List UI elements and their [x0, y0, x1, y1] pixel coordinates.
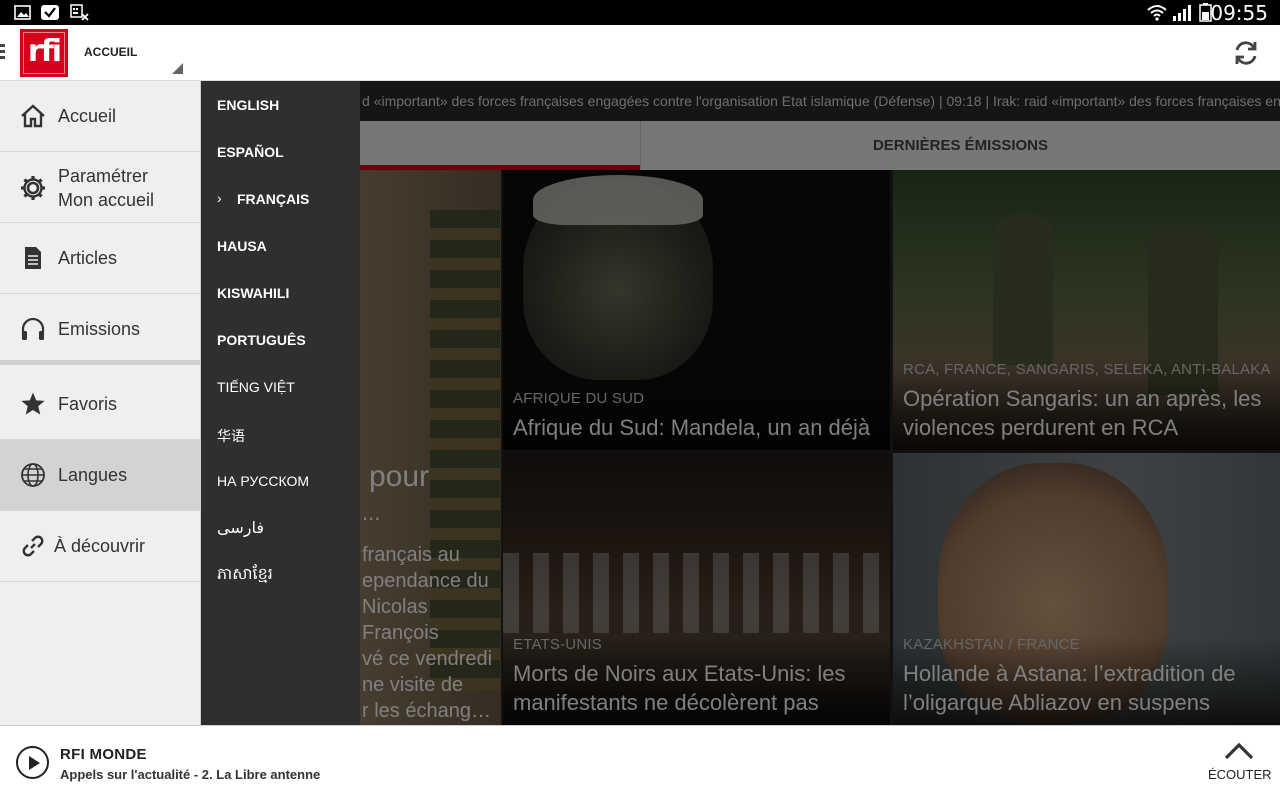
card-title: Hollande à Astana: l’extradition de l’ol… [903, 661, 1236, 715]
listen-button[interactable]: ÉCOUTER [1208, 736, 1272, 796]
chevron-up-icon [1224, 742, 1254, 760]
featured-summary: français au ependance du Nicolas Françoi… [362, 544, 493, 722]
app-screen: 09:55 rfi ACCUEIL d «important» des forc… [0, 0, 1280, 800]
article-image [503, 553, 890, 633]
refresh-icon[interactable] [1232, 39, 1260, 67]
card-caption: RCA, FRANCE, SANGARIS, SELEKA, ANTI-BALA… [893, 361, 1280, 450]
clock: 09:55 [1210, 1, 1268, 25]
app-bar: rfi ACCUEIL [0, 25, 1280, 81]
card-caption: ETATS-UNIS Morts de Noirs aux Etats-Unis… [503, 636, 890, 725]
image-icon [14, 5, 31, 20]
drawer-item-emissions[interactable]: Emissions [0, 294, 201, 365]
chevron-right-icon: › [217, 190, 222, 206]
card-title: Afrique du Sud: Mandela, un an déjà [513, 415, 871, 440]
drawer-item-label-line: Paramétrer [58, 166, 149, 186]
card-tag: AFRIQUE DU SUD [513, 390, 645, 407]
drawer-item-a-decouvrir[interactable]: À découvrir [0, 511, 201, 582]
station-name: RFI MONDE [60, 746, 147, 763]
language-item-hausa[interactable]: HAUSA [217, 238, 267, 254]
language-item-russian[interactable]: НА РУССКОМ [217, 473, 309, 489]
featured-title: pour [369, 460, 430, 493]
navigation-drawer: Accueil Paramétrer Mon accueil Articles … [0, 81, 201, 725]
card-caption: KAZAKHSTAN / FRANCE Hollande à Astana: l… [893, 636, 1280, 725]
home-icon [21, 104, 45, 128]
drawer-item-favoris[interactable]: Favoris [0, 370, 201, 440]
language-item-khmer[interactable]: ភាសាខ្មែរ [217, 563, 273, 587]
language-item-english[interactable]: ENGLISH [217, 97, 279, 113]
drawer-item-label: Articles [58, 248, 118, 268]
play-icon[interactable] [16, 746, 49, 779]
headphones-icon [21, 317, 45, 340]
drawer-item-label: Langues [58, 465, 128, 485]
drawer-item-label: Paramétrer Mon accueil [58, 164, 154, 212]
language-item-chinese[interactable]: 华语 [217, 426, 245, 446]
document-icon [25, 247, 41, 269]
section-title[interactable]: ACCUEIL [84, 45, 137, 59]
language-item-portugues[interactable]: PORTUGUÊS [217, 332, 306, 348]
article-card[interactable]: ETATS-UNIS Morts de Noirs aux Etats-Unis… [503, 453, 890, 725]
card-tag: ETATS-UNIS [513, 636, 602, 653]
globe-icon [21, 463, 45, 487]
featured-ellipsis: ... [362, 500, 381, 525]
language-item-persian[interactable]: فارسی [217, 518, 264, 538]
audio-player: RFI MONDE Appels sur l'actualité - 2. La… [0, 725, 1280, 800]
card-title: Opération Sangaris: un an après, les vio… [903, 386, 1262, 440]
language-item-label: FRANÇAIS [237, 191, 310, 207]
tab-latest-emissions[interactable]: DERNIÈRES ÉMISSIONS [641, 121, 1280, 170]
keyboard-off-icon [70, 4, 89, 21]
card-tag: KAZAKHSTAN / FRANCE [903, 636, 1080, 653]
listen-label: ÉCOUTER [1208, 767, 1272, 782]
drawer-item-label: Accueil [58, 106, 117, 126]
status-bar: 09:55 [0, 0, 1280, 25]
section-dropdown-icon[interactable] [172, 63, 183, 74]
article-card[interactable]: AFRIQUE DU SUD Afrique du Sud: Mandela, … [503, 170, 890, 450]
language-item-vietnamese[interactable]: TIẾNG VIỆT [217, 379, 295, 395]
drawer-item-articles[interactable]: Articles [0, 223, 201, 294]
wifi-icon [1147, 5, 1167, 21]
card-title: Morts de Noirs aux Etats-Unis: les manif… [513, 661, 846, 715]
language-item-kiswahili[interactable]: KISWAHILI [217, 285, 289, 301]
drawer-item-parametrer[interactable]: Paramétrer Mon accueil [0, 152, 201, 223]
article-card[interactable]: RCA, FRANCE, SANGARIS, SELEKA, ANTI-BALA… [893, 170, 1280, 450]
drawer-item-label: Emissions [58, 319, 141, 339]
language-item-espanol[interactable]: ESPAÑOL [217, 144, 284, 160]
drawer-item-label: Favoris [58, 394, 118, 414]
drawer-item-label: À découvrir [54, 536, 146, 556]
signal-icon [1173, 5, 1191, 21]
star-icon [21, 392, 45, 415]
language-item-francais[interactable]: › FRANÇAIS [217, 190, 310, 207]
drawer-item-langues[interactable]: Langues [0, 440, 201, 511]
link-icon [22, 535, 44, 557]
menu-icon[interactable] [0, 44, 5, 62]
drawer-item-label-line: Mon accueil [58, 190, 155, 210]
card-caption: AFRIQUE DU SUD Afrique du Sud: Mandela, … [503, 390, 890, 450]
program-title: Appels sur l'actualité - 2. La Libre ant… [60, 767, 321, 782]
gear-icon [21, 176, 45, 200]
languages-menu: ENGLISH ESPAÑOL › FRANÇAIS HAUSA KISWAHI… [201, 81, 360, 725]
check-icon [41, 5, 59, 20]
article-image [993, 215, 1053, 365]
article-image-detail [533, 175, 703, 225]
rfi-logo[interactable]: rfi [20, 29, 68, 77]
drawer-item-accueil[interactable]: Accueil [0, 81, 201, 152]
card-tag: RCA, FRANCE, SANGARIS, SELEKA, ANTI-BALA… [903, 361, 1270, 378]
article-card[interactable]: KAZAKHSTAN / FRANCE Hollande à Astana: l… [893, 453, 1280, 725]
